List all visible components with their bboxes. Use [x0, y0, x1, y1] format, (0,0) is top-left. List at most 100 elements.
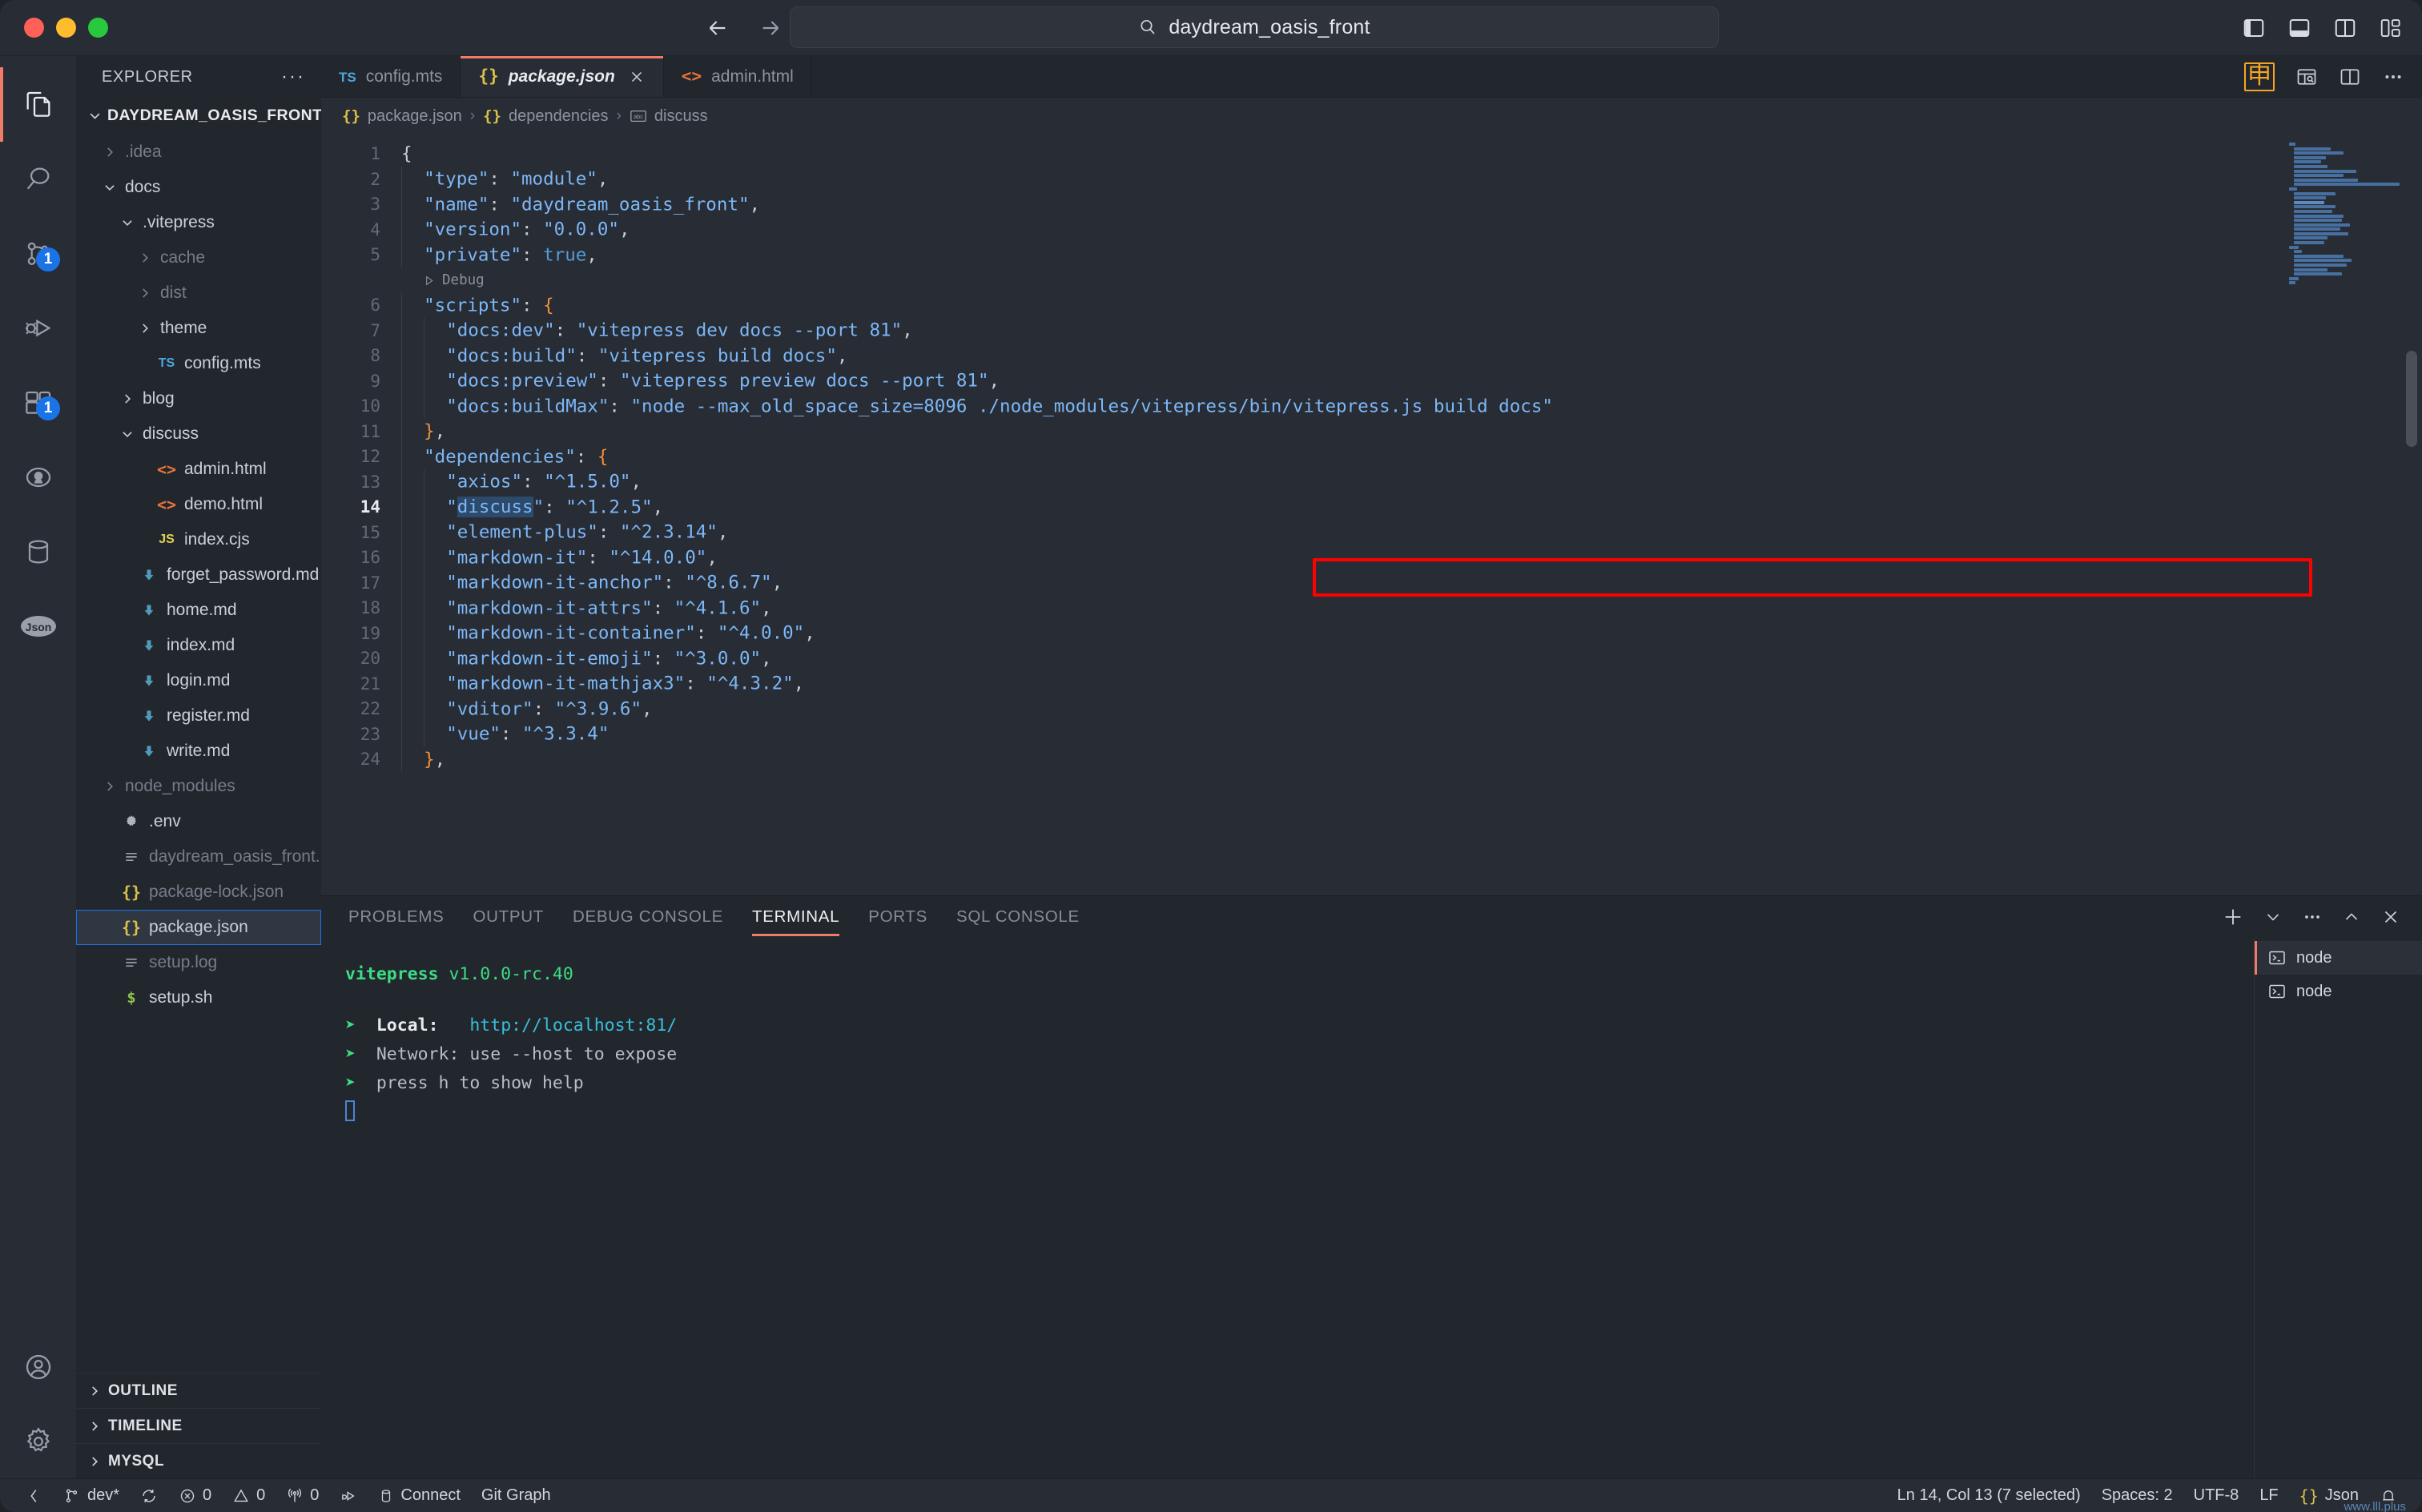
close-window-button[interactable] — [24, 18, 44, 38]
status-encoding[interactable]: UTF-8 — [2183, 1479, 2250, 1512]
chevron-right-icon[interactable] — [100, 779, 119, 794]
activity-item-explorer[interactable] — [0, 67, 76, 142]
chevron-right-icon[interactable] — [87, 1419, 102, 1434]
chevron-right-icon[interactable] — [135, 251, 155, 265]
toggle-primary-sidebar-icon[interactable] — [2242, 16, 2266, 40]
chevron-right-icon[interactable] — [100, 145, 119, 159]
tree-item-node-modules[interactable]: node_modules — [76, 769, 321, 804]
customize-layout-icon[interactable] — [2379, 16, 2403, 40]
code-lens-debug[interactable]: Debug — [321, 268, 2422, 294]
tree-item-config-mts[interactable]: TS config.mts — [76, 346, 321, 381]
status-remote-window[interactable] — [14, 1479, 53, 1512]
tree-item-index-cjs[interactable]: JS index.cjs — [76, 522, 321, 557]
panel-tab-debug-console[interactable]: DEBUG CONSOLE — [573, 896, 723, 938]
tree-item-package-lock-json[interactable]: {} package-lock.json — [76, 875, 321, 910]
editor-tab-admin-html[interactable]: <> admin.html — [663, 56, 812, 97]
tree-item-forget-password-md[interactable]: forget_password.md — [76, 557, 321, 593]
tree-item--idea[interactable]: .idea — [76, 135, 321, 170]
editor-tab-package-json[interactable]: {} package.json — [461, 56, 664, 97]
sidebar-section-mysql[interactable]: MYSQL — [76, 1443, 321, 1478]
tree-item-admin-html[interactable]: <> admin.html — [76, 452, 321, 487]
tree-item-blog[interactable]: blog — [76, 381, 321, 416]
new-terminal-icon[interactable] — [2222, 906, 2244, 928]
status-git-graph[interactable]: Git Graph — [471, 1479, 561, 1512]
tree-item-dist[interactable]: dist — [76, 275, 321, 311]
panel-tab-sql-console[interactable]: SQL CONSOLE — [956, 896, 1080, 938]
breadcrumb-item-dependencies[interactable]: {} dependencies — [483, 107, 608, 126]
panel-more-icon[interactable] — [2302, 907, 2323, 927]
status-sync[interactable] — [130, 1479, 168, 1512]
minimize-window-button[interactable] — [56, 18, 76, 38]
chevron-down-icon[interactable] — [118, 427, 137, 441]
chevron-right-icon[interactable] — [135, 321, 155, 336]
split-editor-icon[interactable] — [2339, 66, 2361, 88]
activity-item-accounts[interactable] — [0, 1329, 76, 1404]
sidebar-more-icon[interactable]: ··· — [281, 67, 305, 86]
tree-item--env[interactable]: .env — [76, 804, 321, 839]
maximize-window-button[interactable] — [88, 18, 108, 38]
tree-item--vitepress[interactable]: .vitepress — [76, 205, 321, 240]
panel-tab-terminal[interactable]: TERMINAL — [751, 896, 840, 938]
status-eol[interactable]: LF — [2249, 1479, 2288, 1512]
tree-item-theme[interactable]: theme — [76, 311, 321, 346]
activity-item-run-debug[interactable] — [0, 291, 76, 365]
forward-arrow-icon[interactable] — [758, 15, 783, 41]
code-editor[interactable]: 1{2 "type": "module", 3 "name": "daydream… — [321, 135, 2422, 895]
chevron-down-icon[interactable] — [100, 180, 119, 195]
panel-tab-output[interactable]: OUTPUT — [473, 896, 544, 938]
activity-item-source-control[interactable]: 1 — [0, 216, 76, 291]
workspace-root-row[interactable]: DAYDREAM_OASIS_FRONT — [76, 98, 443, 133]
status-debug[interactable] — [329, 1479, 368, 1512]
tree-item-cache[interactable]: cache — [76, 240, 321, 275]
breadcrumb-item-package-json[interactable]: {} package.json — [342, 107, 462, 126]
activity-item-search[interactable] — [0, 142, 76, 216]
close-panel-icon[interactable] — [2380, 907, 2401, 927]
terminal-instance-0[interactable]: node — [2255, 941, 2422, 975]
chevron-right-icon[interactable] — [118, 392, 137, 406]
tree-item-home-md[interactable]: home.md — [76, 593, 321, 628]
more-actions-icon[interactable] — [2382, 66, 2404, 88]
tree-item-index-md[interactable]: index.md — [76, 628, 321, 663]
tree-item-demo-html[interactable]: <> demo.html — [76, 487, 321, 522]
tree-item-register-md[interactable]: register.md — [76, 698, 321, 734]
status-database-connect[interactable]: Connect — [368, 1479, 471, 1512]
activity-item-github[interactable] — [0, 440, 76, 514]
minimap[interactable] — [2287, 143, 2400, 407]
open-preview-icon[interactable] — [2295, 66, 2318, 88]
tree-item-write-md[interactable]: write.md — [76, 734, 321, 769]
chevron-right-icon[interactable] — [135, 286, 155, 300]
tree-item-setup-log[interactable]: setup.log — [76, 945, 321, 980]
status-radio-tower[interactable]: 0 — [276, 1479, 329, 1512]
activity-item-json-viewer[interactable]: Json — [0, 589, 76, 663]
maximize-panel-icon[interactable] — [2342, 907, 2361, 927]
chevron-down-icon[interactable] — [87, 108, 103, 123]
status-errors[interactable]: 0 — [168, 1479, 222, 1512]
command-center-search[interactable]: daydream_oasis_front — [790, 6, 1719, 48]
sidebar-section-timeline[interactable]: TIMELINE — [76, 1408, 321, 1443]
toggle-panel-icon[interactable] — [2287, 16, 2311, 40]
close-tab-icon[interactable] — [628, 68, 646, 86]
breadcrumb-item-discuss[interactable]: abc discuss — [630, 107, 708, 126]
status-indentation[interactable]: Spaces: 2 — [2091, 1479, 2183, 1512]
chevron-right-icon[interactable] — [87, 1454, 102, 1469]
tree-item-package-json[interactable]: {} package.json — [76, 910, 321, 945]
tree-item-login-md[interactable]: login.md — [76, 663, 321, 698]
status-branch[interactable]: dev* — [53, 1479, 130, 1512]
panel-tab-problems[interactable]: PROBLEMS — [348, 896, 445, 938]
chinese-ime-icon[interactable]: 申 — [2244, 62, 2275, 91]
back-arrow-icon[interactable] — [705, 15, 730, 41]
chevron-down-icon[interactable] — [118, 215, 137, 230]
activity-item-extensions[interactable]: 1 — [0, 365, 76, 440]
terminal-dropdown-icon[interactable] — [2263, 907, 2283, 927]
tree-item-docs[interactable]: docs — [76, 170, 321, 205]
local-url[interactable]: http://localhost:81/ — [469, 1015, 677, 1035]
tree-item-setup-sh[interactable]: $ setup.sh — [76, 980, 321, 1015]
status-warnings[interactable]: 0 — [222, 1479, 276, 1512]
activity-item-settings[interactable] — [0, 1404, 76, 1478]
terminal-instance-1[interactable]: node — [2255, 975, 2422, 1008]
chevron-right-icon[interactable] — [87, 1384, 102, 1398]
status-cursor-position[interactable]: Ln 14, Col 13 (7 selected) — [1887, 1479, 2091, 1512]
panel-tab-ports[interactable]: PORTS — [868, 896, 927, 938]
terminal-output[interactable]: vitepress v1.0.0-rc.40 ➤ Local: http://l… — [321, 938, 2254, 1478]
tree-item-discuss[interactable]: discuss — [76, 416, 321, 452]
